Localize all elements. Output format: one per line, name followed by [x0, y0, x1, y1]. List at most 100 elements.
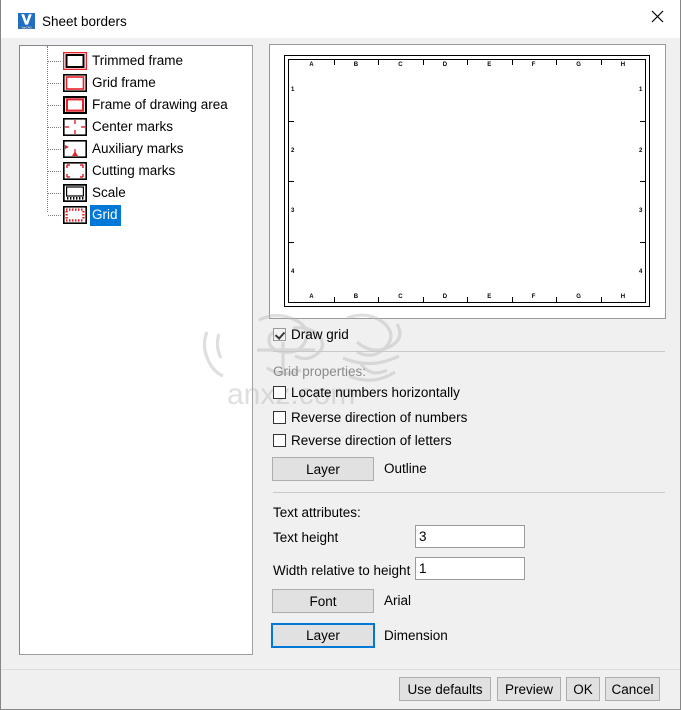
- grid-tick: [289, 181, 294, 182]
- grid-tick: [467, 297, 468, 302]
- grid-tick: [556, 297, 557, 302]
- locate-numbers-horizontally-label: Locate numbers horizontally: [291, 385, 460, 400]
- grid-tick: [511, 297, 513, 302]
- grid-tick: [600, 60, 602, 65]
- grid-label: 1: [639, 87, 643, 94]
- grid-label: 4: [639, 268, 643, 275]
- width-relative-input[interactable]: 1: [415, 557, 525, 580]
- dialog-footer: Use defaults Preview OK Cancel: [1, 669, 680, 709]
- grid-label: B: [353, 62, 359, 68]
- window-title: Sheet borders: [42, 14, 127, 29]
- svg-text:VariCAD: VariCAD: [22, 26, 32, 29]
- grid-icon: [63, 206, 87, 224]
- sheet-borders-dialog: VariCAD Sheet borders Trimmed frame Grid…: [0, 0, 681, 710]
- ok-button[interactable]: OK: [566, 677, 600, 701]
- scale-icon: [62, 183, 88, 203]
- grid-label: G: [576, 62, 581, 68]
- varicad-logo-icon: VariCAD: [18, 13, 35, 30]
- title-bar: VariCAD Sheet borders: [1, 0, 680, 38]
- grid-tick: [289, 120, 294, 122]
- grid-layer-value: Outline: [384, 461, 427, 476]
- grid-tick: [600, 297, 602, 302]
- grid-label: H: [620, 294, 626, 300]
- tree-item-label: Scale: [92, 184, 126, 200]
- draw-grid-checkbox-row[interactable]: Draw grid: [273, 327, 349, 342]
- reverse-direction-of-letters-checkbox[interactable]: [273, 434, 286, 447]
- reverse-direction-of-numbers-label: Reverse direction of numbers: [291, 410, 468, 425]
- grid-tick: [511, 60, 513, 65]
- cutting-marks-icon: [63, 162, 87, 180]
- border-elements-tree[interactable]: Trimmed frame Grid frame Frame of drawin…: [19, 45, 253, 655]
- grid-label: F: [531, 294, 536, 300]
- draw-grid-label: Draw grid: [291, 327, 349, 342]
- grid-label: A: [309, 62, 314, 68]
- grid-label: B: [353, 294, 359, 300]
- grid-label: D: [442, 294, 448, 300]
- tree-item-trimmed-frame[interactable]: Trimmed frame: [20, 50, 252, 72]
- reverse-direction-of-numbers-row[interactable]: Reverse direction of numbers: [273, 410, 467, 425]
- grid-tick: [640, 241, 645, 243]
- grid-label: 2: [639, 147, 643, 154]
- grid-tick: [289, 241, 294, 243]
- grid-label: 1: [291, 87, 295, 94]
- grid-label: 3: [291, 208, 295, 215]
- tree-item-label: Cutting marks: [92, 162, 176, 178]
- draw-grid-checkbox[interactable]: [273, 328, 286, 341]
- tree-item-auxiliary-marks[interactable]: Auxiliary marks: [20, 138, 252, 160]
- trimmed-frame-icon: [62, 51, 88, 71]
- sheet-preview-drawing: A A B B C C D D E E F F G G H H 1 1 2 2 3 3 4 4: [284, 55, 650, 307]
- tree-item-label: Grid: [90, 204, 121, 226]
- grid-frame-icon: [63, 74, 87, 92]
- grid-tick: [333, 60, 335, 65]
- grid-label: H: [620, 62, 626, 68]
- width-relative-label: Width relative to height: [273, 563, 411, 578]
- preview-button[interactable]: Preview: [497, 677, 561, 701]
- center-marks-icon: [63, 118, 87, 136]
- text-layer-button[interactable]: Layer: [271, 623, 375, 648]
- locate-numbers-horizontally-checkbox[interactable]: [273, 386, 286, 399]
- tree-item-label: Center marks: [92, 118, 174, 134]
- grid-label: E: [487, 294, 492, 300]
- locate-numbers-horizontally-row[interactable]: Locate numbers horizontally: [273, 385, 460, 400]
- grid-label: G: [576, 294, 581, 300]
- tree-item-label: Auxiliary marks: [92, 140, 184, 156]
- grid-label: 3: [639, 208, 643, 215]
- text-layer-value: Dimension: [384, 628, 448, 643]
- grid-label: F: [531, 62, 536, 68]
- grid-tick: [640, 181, 645, 182]
- text-attributes-label: Text attributes:: [273, 505, 361, 520]
- grid-tick: [378, 60, 379, 65]
- grid-tick: [556, 60, 557, 65]
- auxiliary-marks-icon: [63, 140, 87, 158]
- tree-item-grid-frame[interactable]: Grid frame: [20, 72, 252, 94]
- reverse-direction-of-numbers-checkbox[interactable]: [273, 411, 286, 424]
- grid-tick: [333, 297, 335, 302]
- tree-item-cutting-marks[interactable]: Cutting marks: [20, 160, 252, 182]
- grid-tick: [640, 120, 645, 122]
- text-height-input[interactable]: 3: [415, 525, 525, 548]
- close-button[interactable]: [634, 0, 680, 33]
- cancel-button[interactable]: Cancel: [605, 677, 660, 701]
- tree-item-scale[interactable]: Scale: [20, 182, 252, 204]
- grid-label: 2: [291, 147, 295, 154]
- use-defaults-button[interactable]: Use defaults: [399, 677, 491, 701]
- options-separator-bottom: [273, 492, 665, 494]
- tree-item-frame-of-drawing-area[interactable]: Frame of drawing area: [20, 94, 252, 116]
- font-button[interactable]: Font: [272, 589, 374, 613]
- sheet-preview-grid-frame: [288, 59, 646, 303]
- tree-item-grid[interactable]: Grid: [20, 204, 252, 226]
- sheet-preview-panel: A A B B C C D D E E F F G G H H 1 1 2 2 3 3 4 4: [269, 44, 666, 319]
- tree-item-center-marks[interactable]: Center marks: [20, 116, 252, 138]
- text-height-label: Text height: [273, 530, 339, 545]
- grid-label: E: [487, 62, 492, 68]
- reverse-direction-of-letters-row[interactable]: Reverse direction of letters: [273, 433, 452, 448]
- font-value: Arial: [384, 593, 412, 608]
- drawing-area-frame-icon: [62, 95, 88, 115]
- grid-layer-button[interactable]: Layer: [272, 457, 374, 481]
- grid-tick: [422, 60, 424, 65]
- options-separator-top: [273, 351, 665, 353]
- grid-tick: [378, 297, 379, 302]
- grid-tick: [467, 60, 468, 65]
- reverse-direction-of-letters-label: Reverse direction of letters: [291, 433, 452, 448]
- grid-label: C: [398, 294, 403, 300]
